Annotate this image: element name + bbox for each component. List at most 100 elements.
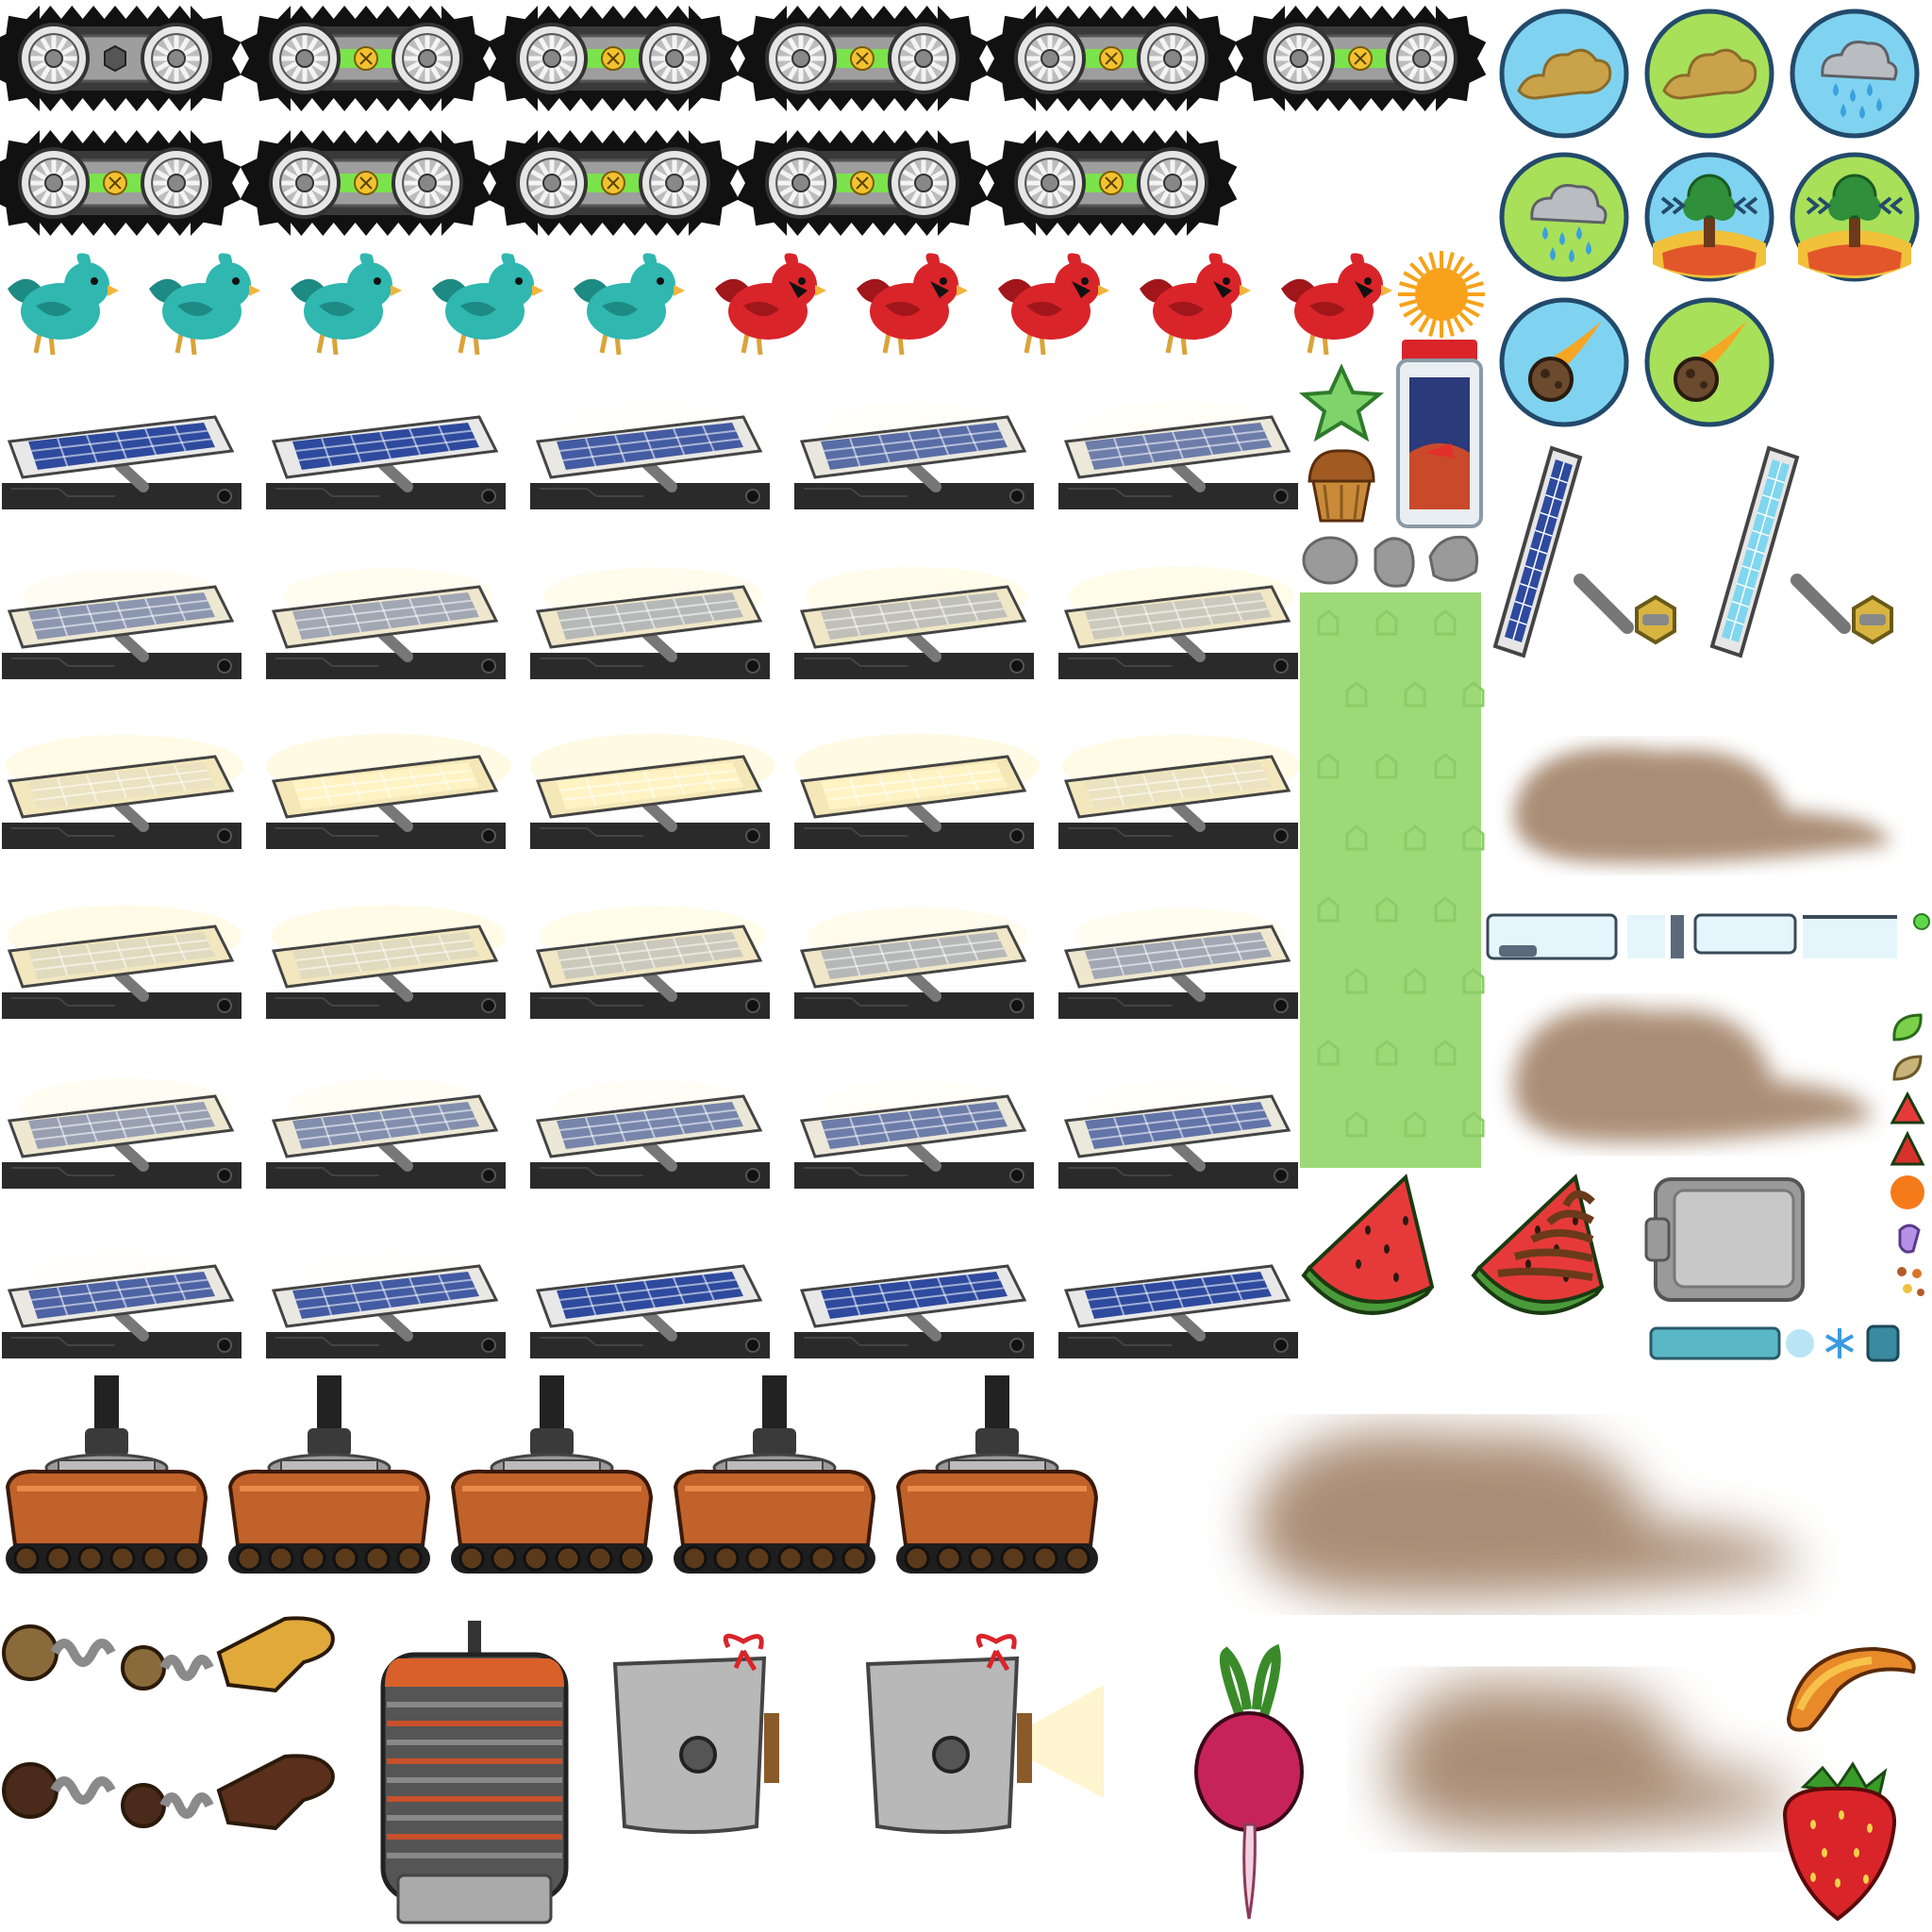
rover-body [670, 1375, 879, 1611]
rain-cloud-icon[interactable] [1498, 151, 1630, 283]
strawberry [1775, 1758, 1904, 1924]
solar-panel-frame [266, 728, 511, 851]
rain-cloud-icon[interactable] [1789, 8, 1921, 140]
track-wheel [0, 2, 242, 115]
solar-panel-frame [794, 389, 1036, 511]
solar-panel-frame [530, 558, 772, 681]
solar-panel-frame [1058, 1238, 1300, 1360]
solar-panel-frame [1058, 1068, 1300, 1191]
seed-pod [1890, 1051, 1924, 1085]
rock [1424, 530, 1483, 587]
rover-body [2, 1375, 211, 1611]
red-cardinal [709, 247, 828, 360]
dust-cloud [1495, 717, 1910, 887]
teal-bird [426, 247, 545, 360]
solar-panel-frame [2, 1238, 243, 1360]
red-cardinal [992, 247, 1111, 360]
status-light-icon [1913, 913, 1930, 930]
pumpkin-slice [1781, 1643, 1923, 1738]
solar-panel-frame [1058, 728, 1300, 851]
solar-panel-frame [2, 728, 243, 851]
dust-cloud [1368, 1641, 1821, 1868]
solar-panel-tall [1703, 439, 1901, 665]
teal-bird [143, 247, 262, 360]
track-wheel [736, 126, 989, 240]
red-cardinal [851, 247, 970, 360]
track-wheel [985, 2, 1238, 115]
solar-panel-frame [266, 389, 508, 511]
track-wheel [240, 2, 492, 115]
solar-panel-frame [530, 389, 772, 511]
watermelon-bite [1890, 1091, 1925, 1126]
rover-body [225, 1375, 434, 1611]
solar-panel-frame [530, 1068, 772, 1191]
muffin [1300, 443, 1381, 525]
sun-icon [1394, 247, 1489, 341]
ice-cube [1866, 1324, 1900, 1362]
lettuce-leaf [1890, 1011, 1924, 1045]
solar-panel-frame [794, 898, 1036, 1021]
solar-panel-frame [2, 389, 243, 511]
red-cardinal [1275, 247, 1394, 360]
robot-arm-brown-glove [2, 1753, 340, 1857]
solar-panel-tall [1486, 439, 1684, 665]
solar-panel-frame [530, 728, 775, 851]
radish [1191, 1643, 1309, 1923]
frost-puff [1783, 1326, 1817, 1360]
dust-cloud [1495, 972, 1891, 1170]
meteor-icon[interactable] [1643, 296, 1775, 428]
specimen-jar [1396, 340, 1483, 528]
watermelon-bite [1890, 1130, 1925, 1168]
solar-panel-frame [1058, 389, 1300, 511]
ui-bar-segment [1486, 913, 1901, 960]
orange-ball [1889, 1174, 1926, 1211]
dust-storm-icon[interactable] [1643, 8, 1775, 140]
solar-panel-frame [794, 728, 1040, 851]
watermelon-slice-grilled [1471, 1174, 1606, 1334]
dust-storm-icon[interactable] [1498, 8, 1630, 140]
teal-bird [285, 247, 404, 360]
snowflake-icon [1823, 1326, 1857, 1360]
rover-body [892, 1375, 1102, 1611]
solar-panel-frame [266, 558, 508, 681]
dust-cloud [1226, 1387, 1830, 1632]
track-wheel [736, 2, 989, 115]
rover-body [447, 1375, 657, 1611]
track-wheel [0, 126, 242, 240]
teal-bird [568, 247, 687, 360]
meteor-icon[interactable] [1498, 296, 1630, 428]
track-wheel [240, 126, 492, 240]
headlight-box [606, 1633, 785, 1840]
solar-panel-frame [2, 558, 243, 681]
metal-tray [1644, 1170, 1807, 1307]
watermelon-slice [1301, 1174, 1436, 1334]
solar-panel-frame [1058, 898, 1300, 1021]
track-wheel [985, 126, 1238, 240]
purple-pill [1894, 1223, 1923, 1255]
earthquake-tree-icon[interactable] [1643, 151, 1775, 283]
solar-panel-frame [530, 1238, 772, 1360]
track-wheel [487, 126, 740, 240]
solar-panel-frame [266, 898, 508, 1021]
solar-panel-frame [794, 1238, 1036, 1360]
solar-panel-frame [2, 898, 243, 1021]
solar-panel-frame [530, 898, 772, 1021]
star-cookie [1298, 363, 1385, 443]
rover-generator [370, 1621, 579, 1932]
earthquake-tree-icon[interactable] [1789, 151, 1921, 283]
robot-arm-yellow-glove [2, 1615, 340, 1719]
teal-bird [2, 247, 121, 360]
track-wheel [487, 2, 740, 115]
red-cardinal [1134, 247, 1253, 360]
solar-panel-frame [2, 1068, 243, 1191]
track-wheel [1234, 2, 1487, 115]
grass-tile-strip [1300, 592, 1485, 1168]
solar-panel-frame [794, 1068, 1036, 1191]
solar-panel-frame [266, 1068, 508, 1191]
rock [1368, 530, 1417, 591]
crumbs [1894, 1264, 1928, 1302]
solar-panel-frame [266, 1238, 508, 1360]
solar-panel-frame [794, 558, 1036, 681]
ice-block [1649, 1324, 1781, 1362]
headlight-box-lit [858, 1633, 1104, 1840]
